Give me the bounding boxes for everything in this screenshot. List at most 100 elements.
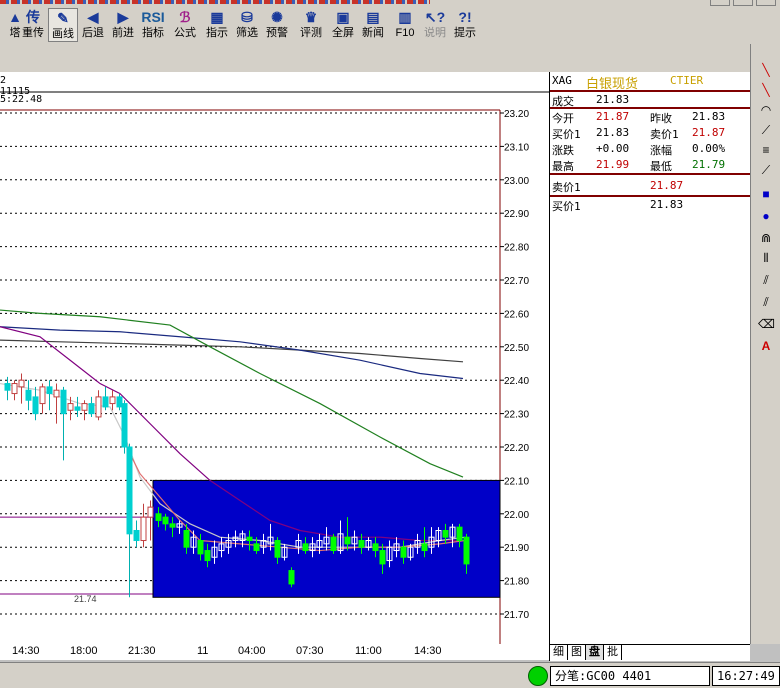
candle-body <box>102 396 109 408</box>
quote-label: 昨收 <box>650 112 672 125</box>
toolbar-button-15[interactable]: ?! 提示 <box>450 8 480 42</box>
toolbar-button-11[interactable]: ▣ 全屏 <box>328 8 358 42</box>
quote-label: 今开 <box>552 112 574 125</box>
price-tick-label: 22.00 <box>504 510 529 521</box>
back-icon: ◀ <box>87 9 99 25</box>
candle-body <box>25 389 32 401</box>
time-tick-label: 21:30 <box>128 645 156 657</box>
toolbar-button-13[interactable]: ▥ F10 <box>390 8 420 42</box>
toolbar-label: 指示 <box>206 27 228 39</box>
parallel-tool-icon[interactable]: ⫽ <box>758 294 774 310</box>
quote-value: 0.00% <box>692 142 726 155</box>
text-tool-icon[interactable]: A <box>758 338 774 354</box>
toolbar-button-8[interactable]: ⛁ 筛选 <box>232 8 262 42</box>
quote-tab-2[interactable]: 盘 <box>586 645 604 660</box>
time-tick-label: 11:00 <box>355 645 382 657</box>
toolbar-button-1[interactable]: 传重传 <box>18 8 48 42</box>
title-text-strip <box>0 0 430 4</box>
formula-icon: ℬ <box>179 9 191 25</box>
toolbar-label: 筛选 <box>236 27 258 39</box>
main-toolbar: ▲ 塔传重传 ✎ 画线 ◀ 后退 ▶ 前进 RSI 指标 ℬ 公式 ▦ 指示 ⛁ 筛选 ✺ 预警 ♛ 评测 ▣ 全屏 ▤ 新闻… <box>0 6 780 45</box>
quote-label: 买价1 <box>552 128 581 141</box>
connection-indicator-icon <box>528 666 548 686</box>
toolbar-button-10[interactable]: ♛ 评测 <box>296 8 326 42</box>
candle-body <box>67 403 74 411</box>
toolbar-label: 说明 <box>424 27 446 39</box>
quote-name: 白银现货 <box>586 77 639 92</box>
toolbar-label: F10 <box>395 27 415 39</box>
quote-tab-1[interactable]: 图 <box>568 645 586 660</box>
toolbar-button-4[interactable]: ▶ 前进 <box>108 8 138 42</box>
toolbar-button-12[interactable]: ▤ 新闻 <box>358 8 388 42</box>
ray-tool-icon[interactable]: ╲ <box>758 82 774 98</box>
fan-tool-icon[interactable]: ⟋ <box>758 122 774 138</box>
candle-body <box>204 550 211 562</box>
quote-row: 成交 21.83 <box>550 92 750 108</box>
toolbar-button-3[interactable]: ◀ 后退 <box>78 8 108 42</box>
toolbar-button-2[interactable]: ✎ 画线 <box>48 8 78 42</box>
toolbar-button-5[interactable]: RSI 指标 <box>138 8 168 42</box>
price-tick-label: 23.10 <box>504 142 529 153</box>
alert-icon: ✺ <box>271 9 283 25</box>
eraser-tool-icon[interactable]: ⌫ <box>758 316 775 332</box>
candle-body <box>372 543 379 552</box>
fib-tool-icon[interactable]: ≡ <box>758 142 774 158</box>
ask-row: 卖价1 21.87 <box>550 178 750 194</box>
candle-body <box>442 530 449 538</box>
price-chart[interactable]: 23.20 23.10 23.00 22.90 22.80 22.70 22.60 22.50… <box>0 72 550 644</box>
ma-line-navy <box>0 326 464 380</box>
subtoolbar-strip <box>0 44 780 73</box>
evaluate-icon: ♛ <box>304 9 318 25</box>
bid-label: 买价1 <box>552 200 581 213</box>
quote-label: 卖价1 <box>650 128 679 141</box>
quote-value: 21.83 <box>692 110 726 123</box>
toolbar-button-14[interactable]: ↖? 说明 <box>420 8 450 42</box>
candle-body <box>109 396 116 405</box>
candle-body <box>274 540 281 558</box>
bid-row: 买价1 21.83 <box>550 197 750 213</box>
candle-body <box>302 543 309 552</box>
status-ticker: 分笔:GC00 4401 <box>550 666 710 686</box>
toolbar-button-7[interactable]: ▦ 指示 <box>202 8 232 42</box>
candle-body <box>183 530 190 548</box>
channel-tool-icon[interactable]: ⫽ <box>758 272 774 288</box>
time-tick-label: 14:30 <box>414 645 442 657</box>
arc-tool-icon[interactable]: ◠ <box>758 102 774 118</box>
price-tick-label: 23.20 <box>504 109 529 120</box>
rectangle-tool-icon[interactable]: ■ <box>758 186 774 202</box>
price-tick-label: 23.00 <box>504 176 529 187</box>
toolbar-button-6[interactable]: ℬ 公式 <box>170 8 200 42</box>
quote-row: 涨跌 +0.00 涨幅 0.00% <box>550 141 750 157</box>
quote-label: 最低 <box>650 160 672 173</box>
quote-panel: XAG 白银现货 CTIER 成交 21.83 今开 21.87 昨收 21.83 买价1 2… <box>549 72 750 644</box>
status-clock: 16:27:49 <box>712 666 780 686</box>
quote-code: CTIER <box>670 74 704 87</box>
toolbar-label: 提示 <box>454 27 476 39</box>
chart-canvas[interactable]: 23.20 23.10 23.00 22.90 22.80 22.70 22.60 22.50… <box>0 72 550 644</box>
price-tick-label: 22.40 <box>504 376 529 387</box>
candle-body <box>95 396 102 418</box>
toolbar-label: 画线 <box>52 28 74 40</box>
toolbar-button-9[interactable]: ✺ 预警 <box>262 8 292 42</box>
forward-icon: ▶ <box>117 9 129 25</box>
quote-tab-3[interactable]: 批 <box>604 645 622 660</box>
candle-body <box>133 530 140 542</box>
price-tick-label: 21.80 <box>504 577 529 588</box>
candle-body <box>140 516 147 542</box>
candle-body <box>288 570 295 585</box>
ellipse-tool-icon[interactable]: ● <box>758 208 774 224</box>
gann-tool-icon[interactable]: ⟋ <box>758 162 774 178</box>
toolbar-label: 指标 <box>142 27 164 39</box>
candle-body <box>53 389 60 398</box>
period-tool-icon[interactable]: ⦀ <box>758 250 774 266</box>
price-tick-label: 22.50 <box>504 343 529 354</box>
quote-tab-0[interactable]: 细 <box>550 645 568 660</box>
line-tool-icon[interactable]: ╲ <box>758 62 774 78</box>
cycle-tool-icon[interactable]: ⋒ <box>758 230 774 246</box>
fullscreen-icon: ▣ <box>336 9 350 25</box>
hint-icon: ?! <box>458 9 472 25</box>
low-price-marker: 21.74 <box>74 594 97 604</box>
quote-bottom-tabs: 细图盘批 <box>549 644 750 661</box>
quote-separator <box>550 173 750 175</box>
candle-body <box>253 543 260 552</box>
